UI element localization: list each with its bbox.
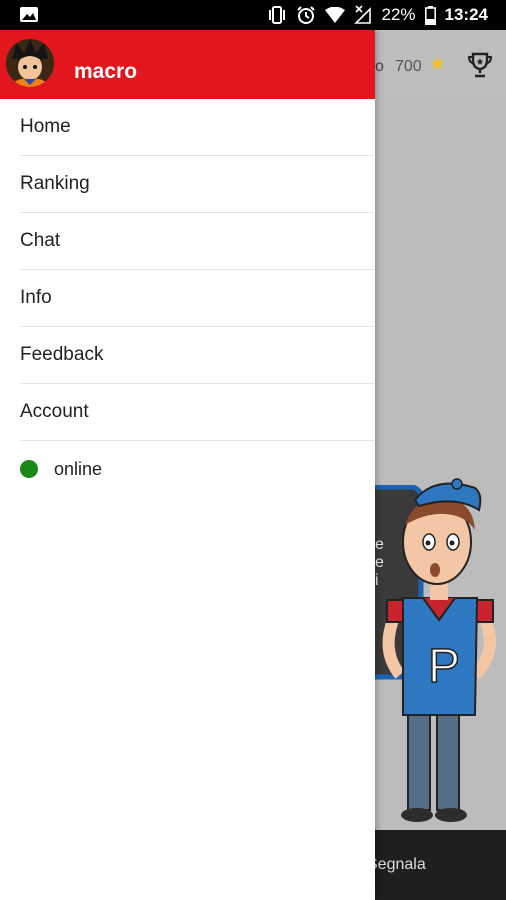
image-icon	[20, 7, 38, 22]
avatar[interactable]	[6, 39, 54, 87]
drawer-menu: Home Ranking Chat Info Feedback Account …	[0, 99, 375, 497]
header-fragment: o	[375, 58, 384, 75]
star-icon	[430, 56, 445, 70]
menu-item-account[interactable]: Account	[20, 384, 374, 441]
online-status-dot-icon	[20, 460, 38, 478]
background-app: o 700 e e i P Segnala	[367, 30, 506, 900]
points-value: 700	[395, 58, 422, 75]
wifi-icon	[325, 7, 346, 23]
navigation-drawer: macro Home Ranking Chat Info Feedback Ac…	[0, 30, 375, 900]
report-label[interactable]: Segnala	[367, 856, 426, 874]
mascot-illustration: P	[382, 478, 496, 822]
bottom-bar: Segnala	[367, 830, 506, 900]
battery-icon	[424, 5, 436, 25]
menu-item-ranking[interactable]: Ranking	[20, 156, 374, 213]
menu-item-label: Chat	[20, 230, 61, 251]
menu-item-label: Ranking	[20, 173, 90, 194]
avatar-image	[6, 39, 54, 87]
status-bar: 22% 13:24	[0, 0, 506, 30]
menu-item-feedback[interactable]: Feedback	[20, 327, 374, 384]
battery-percent: 22%	[381, 5, 416, 24]
app-bar: o 700	[375, 30, 506, 100]
menu-item-label: Info	[20, 287, 52, 308]
mascot-letter: P	[428, 640, 460, 693]
no-signal-icon	[354, 5, 372, 24]
username: macro	[74, 60, 138, 83]
menu-item-label: Feedback	[20, 344, 104, 365]
trophy-icon[interactable]	[467, 52, 493, 78]
alarm-icon	[297, 6, 316, 24]
menu-item-label: Home	[20, 116, 71, 137]
online-status[interactable]: online	[20, 441, 375, 497]
menu-item-label: Account	[20, 401, 89, 422]
menu-item-info[interactable]: Info	[20, 270, 374, 327]
clock: 13:24	[444, 5, 488, 24]
app-content: e e i P	[375, 100, 506, 830]
online-status-label: online	[54, 458, 103, 479]
drawer-header: macro	[0, 30, 375, 99]
menu-item-chat[interactable]: Chat	[20, 213, 374, 270]
menu-item-home[interactable]: Home	[20, 99, 374, 156]
vibrate-icon	[269, 6, 286, 24]
